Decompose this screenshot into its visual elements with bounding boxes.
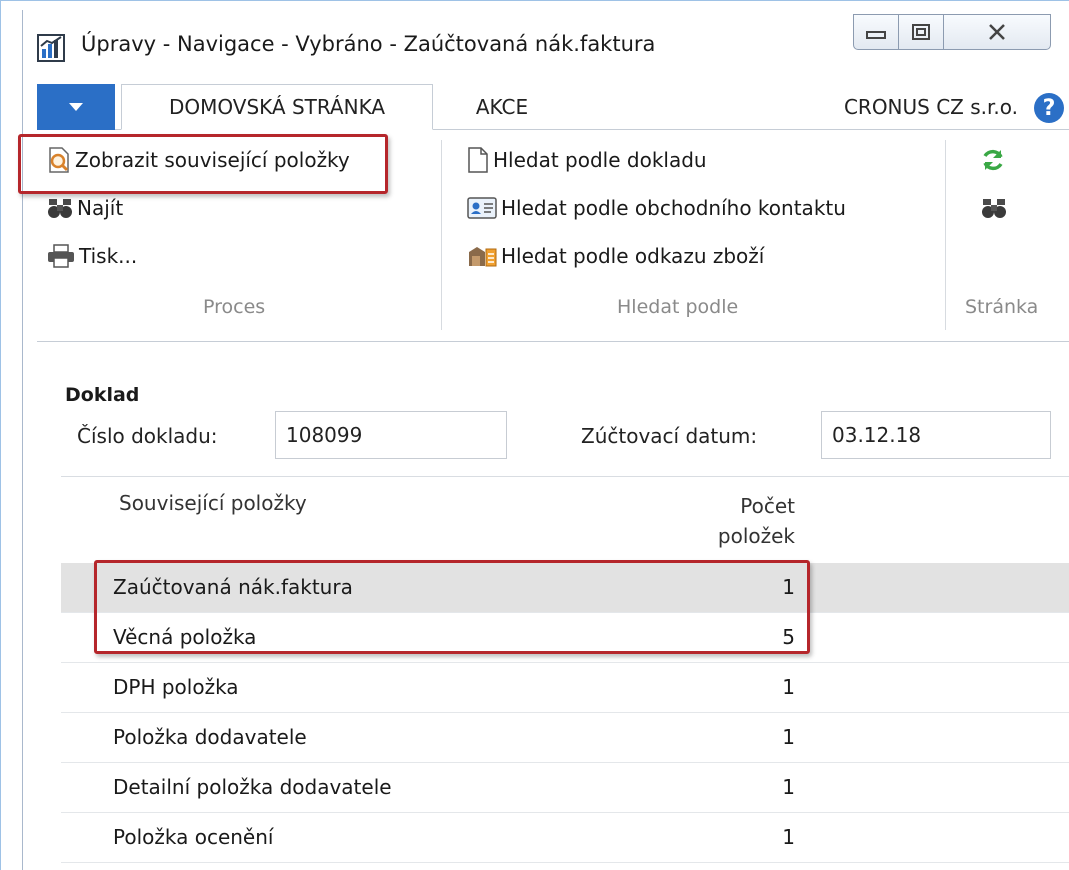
binoculars-icon <box>982 199 1006 218</box>
table-row[interactable]: Položka ocenění 1 <box>61 813 1069 863</box>
minimize-button[interactable] <box>853 14 899 50</box>
restore-button[interactable] <box>898 14 944 50</box>
find-by-item-reference-button[interactable]: Hledat podle odkazu zboží <box>467 238 764 274</box>
group-divider <box>441 140 442 330</box>
show-related-entries-button[interactable]: Zobrazit související položky <box>47 142 350 178</box>
print-button[interactable]: Tisk... <box>47 238 137 274</box>
row-entry-count[interactable]: 5 <box>581 625 795 649</box>
close-icon <box>989 24 1005 40</box>
table-row[interactable]: Zaúčtovaná nák.faktura 1 <box>61 563 1069 613</box>
close-button[interactable] <box>943 14 1051 50</box>
column-header-count-line2: položek <box>717 524 795 548</box>
item-reference-icon <box>469 247 497 267</box>
row-entry-name: DPH položka <box>113 675 239 699</box>
company-name[interactable]: CRONUS CZ s.r.o. <box>844 84 1018 130</box>
table-row[interactable]: Věcná položka 5 <box>61 613 1069 663</box>
find-by-document-button[interactable]: Hledat podle dokladu <box>467 142 707 178</box>
row-entry-count[interactable]: 1 <box>581 725 795 749</box>
table-row[interactable]: Položka dodavatele 1 <box>61 713 1069 763</box>
group-label-hledat-podle: Hledat podle <box>617 296 739 318</box>
table-row[interactable]: DPH položka 1 <box>61 663 1069 713</box>
group-label-stranka: Stránka <box>965 296 1039 318</box>
content-area: Doklad Číslo dokladu: 108099 Zúčtovací d… <box>37 344 1069 870</box>
column-header-entry-count[interactable]: Počet položek <box>581 491 795 551</box>
group-divider <box>945 140 946 330</box>
ribbon-body: Zobrazit související položky Najít Tisk.… <box>37 130 1069 342</box>
row-entry-count[interactable]: 1 <box>581 825 795 849</box>
contact-card-icon <box>467 197 497 219</box>
row-entry-count[interactable]: 1 <box>581 775 795 799</box>
refresh-button[interactable] <box>981 142 1005 178</box>
printer-icon <box>48 244 74 268</box>
row-entry-name: Položka ocenění <box>113 825 274 849</box>
restore-icon <box>912 24 930 40</box>
column-header-count-line1: Počet <box>740 494 795 518</box>
refresh-icon <box>983 149 1003 171</box>
find-button[interactable]: Najít <box>47 190 123 226</box>
nav-window: Úpravy - Navigace - Vybráno - Zaúčtovaná… <box>22 10 1069 870</box>
tab-akce[interactable]: AKCE <box>457 84 547 130</box>
column-header-related-entries[interactable]: Související položky <box>119 491 307 515</box>
grid-header: Související položky Počet položek <box>61 477 1069 557</box>
ribbon-tab-bar: DOMOVSKÁ STRÁNKA AKCE CRONUS CZ s.r.o. ? <box>37 84 1069 130</box>
row-entry-count[interactable]: 1 <box>581 575 795 599</box>
document-icon <box>468 147 488 173</box>
find-by-contact-label: Hledat podle obchodního kontaktu <box>501 196 846 220</box>
app-chart-icon <box>37 34 65 62</box>
row-entry-name: Detailní položka dodavatele <box>113 775 392 799</box>
page-find-button[interactable] <box>981 190 1007 226</box>
row-entry-count[interactable]: 1 <box>581 675 795 699</box>
find-by-document-label: Hledat podle dokladu <box>493 148 707 172</box>
posting-date-field[interactable]: 03.12.18 <box>821 411 1051 459</box>
find-label: Najít <box>77 196 124 220</box>
find-by-item-reference-label: Hledat podle odkazu zboží <box>501 244 765 268</box>
minimize-icon <box>866 31 886 39</box>
show-related-icon <box>49 147 69 173</box>
posting-date-label: Zúčtovací datum: <box>581 424 758 448</box>
dropdown-arrow-icon <box>69 103 83 111</box>
row-entry-name: Položka dodavatele <box>113 725 307 749</box>
document-number-label: Číslo dokladu: <box>77 424 218 448</box>
group-label-proces: Proces <box>203 296 266 318</box>
application-menu-button[interactable] <box>37 84 115 130</box>
show-related-label: Zobrazit související položky <box>75 148 350 172</box>
tab-domovska-stranka[interactable]: DOMOVSKÁ STRÁNKA <box>121 84 433 130</box>
binoculars-icon <box>48 199 72 218</box>
related-entries-grid: Související položky Počet položek Zaúčto… <box>61 476 1069 870</box>
title-bar: Úpravy - Navigace - Vybráno - Zaúčtovaná… <box>23 10 1069 78</box>
table-row[interactable]: Detailní položka dodavatele 1 <box>61 763 1069 813</box>
find-by-contact-button[interactable]: Hledat podle obchodního kontaktu <box>467 190 846 226</box>
print-label: Tisk... <box>79 244 138 268</box>
help-icon[interactable]: ? <box>1034 93 1064 123</box>
document-number-field[interactable]: 108099 <box>275 411 507 459</box>
row-entry-name: Zaúčtovaná nák.faktura <box>113 575 353 599</box>
window-title: Úpravy - Navigace - Vybráno - Zaúčtovaná… <box>81 32 656 56</box>
section-title-doklad: Doklad <box>65 384 140 406</box>
row-entry-name: Věcná položka <box>113 625 257 649</box>
